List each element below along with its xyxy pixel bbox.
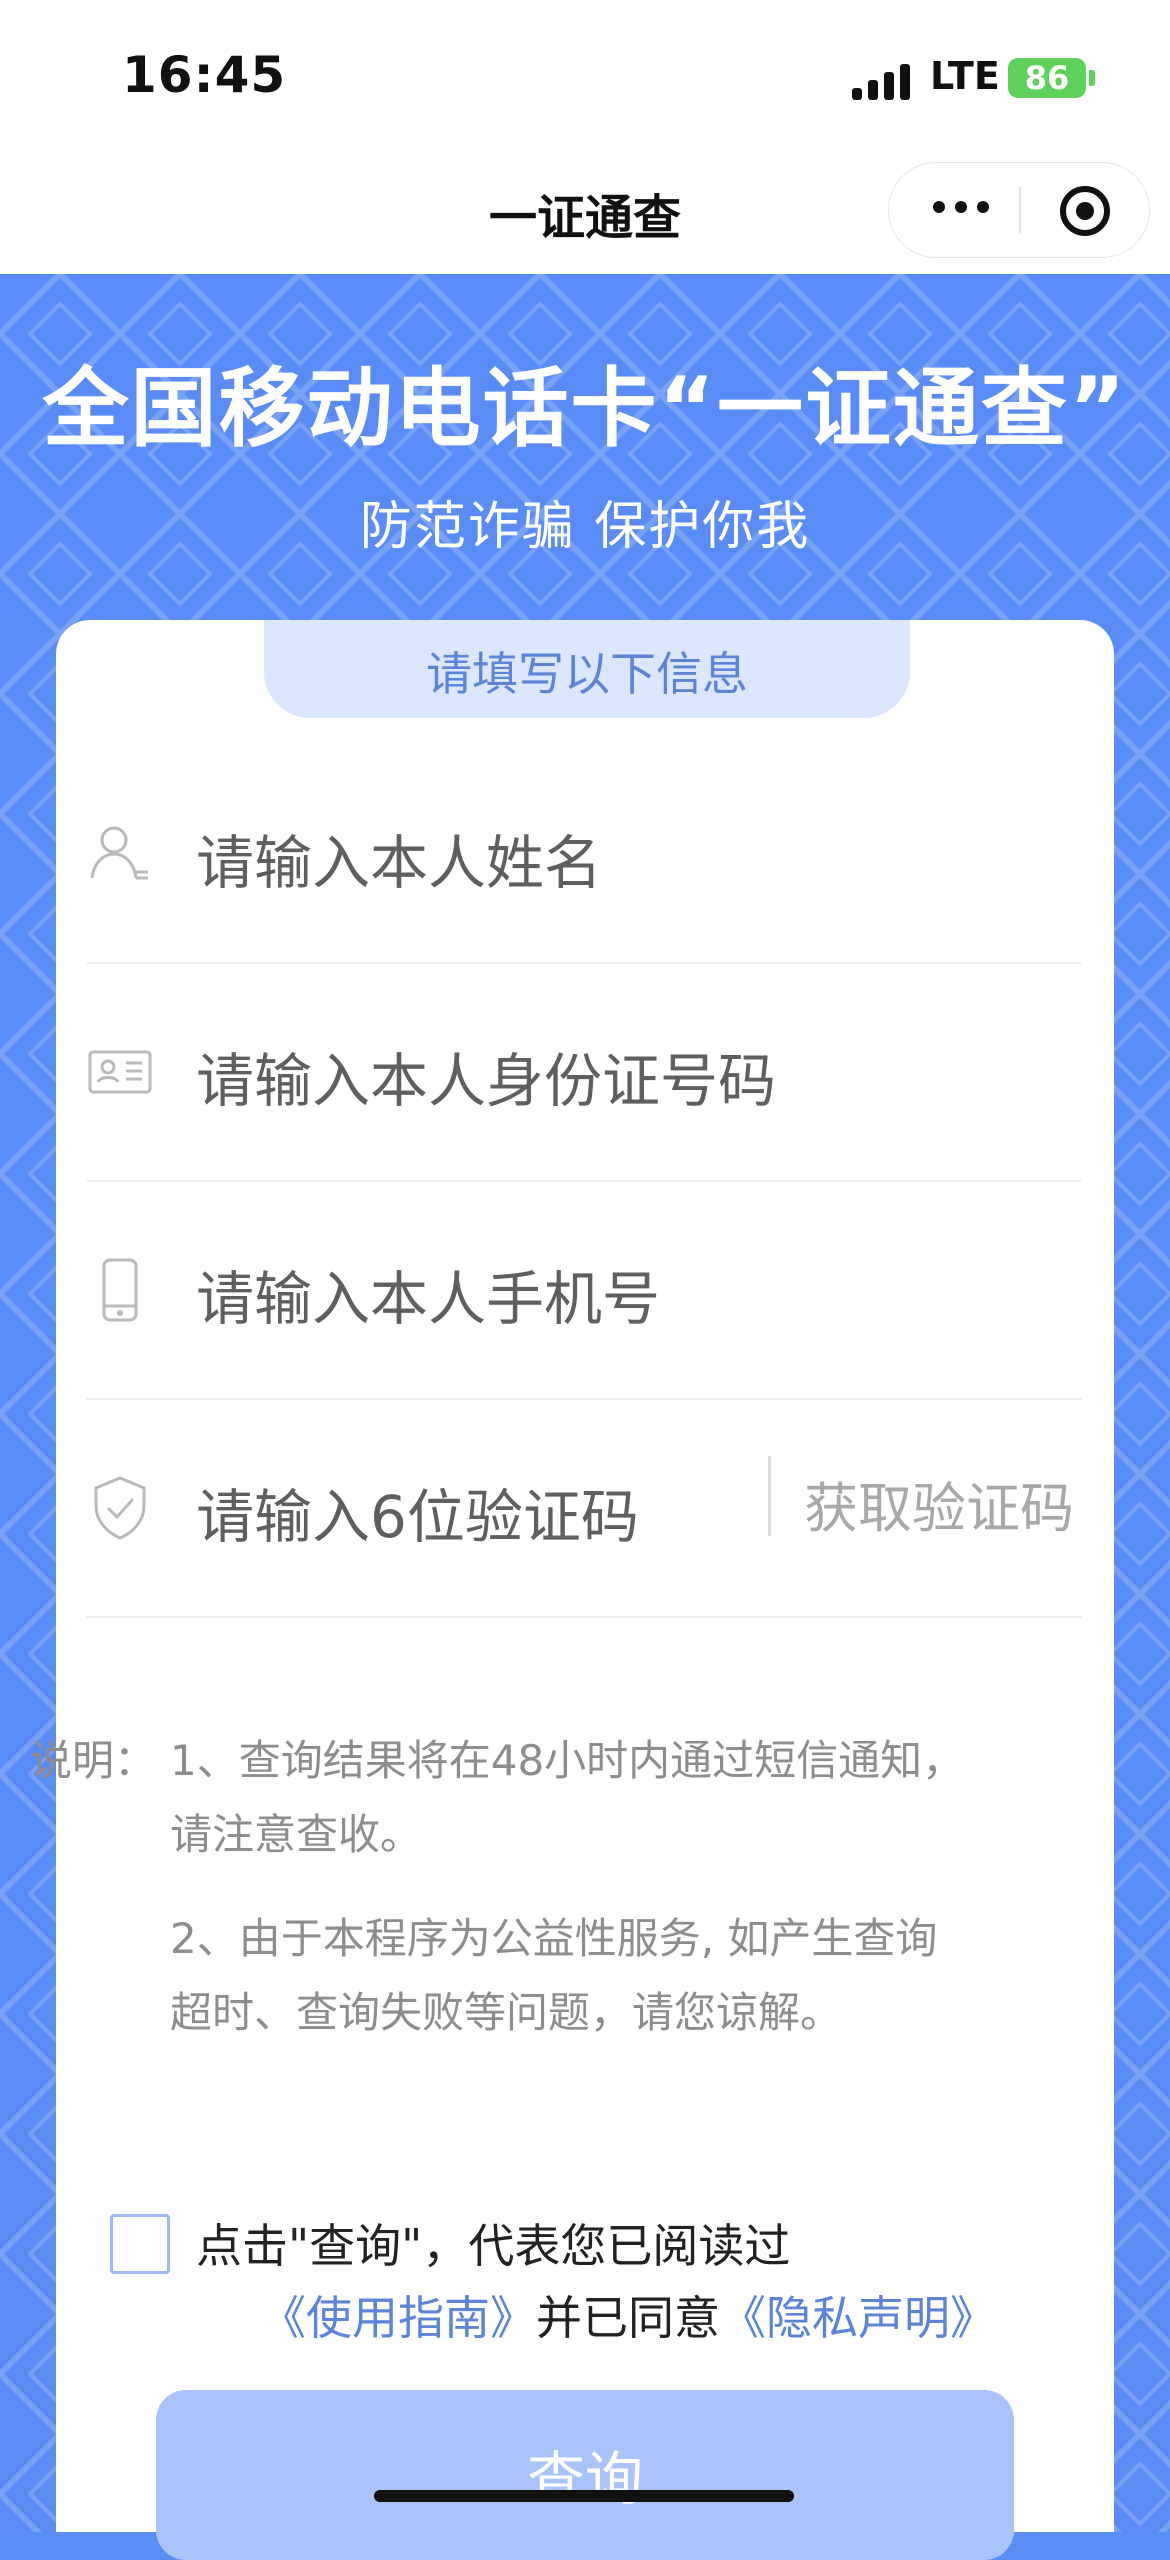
mini-program-capsule[interactable] — [888, 162, 1150, 258]
more-icon[interactable] — [929, 193, 1009, 223]
network-type: LTE — [930, 54, 1000, 98]
query-button-label: 查询 — [526, 2445, 643, 2513]
privacy-policy-link[interactable]: 《隐私声明》 — [720, 2291, 996, 2345]
status-time: 16:45 — [122, 46, 287, 104]
name-input[interactable]: 请输入本人姓名 — [196, 816, 602, 900]
agreement-middle-text: 并已同意 — [536, 2291, 720, 2345]
capsule-divider — [1019, 187, 1021, 233]
instructions-label: 说明： — [30, 1736, 157, 1785]
form-tab-label: 请填写以下信息 — [426, 647, 748, 701]
id-input[interactable]: 请输入本人身份证号码 — [196, 1034, 776, 1118]
hero-subtitle: 防范诈骗 保护你我 — [359, 497, 811, 557]
instruction-item-1: 1、查询结果将在48小时内通过短信通知，请注意查收。 — [170, 1736, 965, 1859]
agreement-prefix: 点击"查询"，代表您已阅读过 — [196, 2219, 791, 2273]
close-target-icon[interactable] — [1057, 183, 1113, 239]
verification-divider — [768, 1456, 771, 1536]
verification-input[interactable]: 请输入6位验证码 — [196, 1470, 639, 1554]
agreement-links: 《使用指南》并已同意《隐私声明》 — [260, 2282, 996, 2348]
id-field[interactable]: 请输入本人身份证号码 — [86, 964, 1082, 1182]
home-indicator — [374, 2490, 794, 2502]
phone-input[interactable]: 请输入本人手机号 — [196, 1252, 660, 1336]
name-field[interactable]: 请输入本人姓名 — [86, 746, 1082, 964]
id-card-icon — [88, 1050, 152, 1094]
signal-icon — [852, 60, 918, 100]
battery-tip-icon — [1089, 70, 1095, 86]
user-icon — [90, 826, 148, 880]
navigation-bar: 一证通查 — [0, 150, 1170, 274]
agreement-section: 点击"查询"，代表您已阅读过 《使用指南》并已同意《隐私声明》 — [110, 2210, 1030, 2350]
shield-check-icon — [94, 1476, 146, 1540]
verification-field[interactable]: 请输入6位验证码 获取验证码 — [86, 1400, 1082, 1618]
get-code-button[interactable]: 获取验证码 — [804, 1464, 1074, 1543]
query-button[interactable]: 查询 — [156, 2390, 1014, 2560]
hero-title: 全国移动电话卡“一证通查” — [42, 359, 1128, 459]
form-tab: 请填写以下信息 — [264, 620, 910, 718]
instruction-item-2: 2、由于本程序为公益性服务, 如产生查询超时、查询失败等问题，请您谅解。 — [170, 1914, 938, 2037]
phone-field[interactable]: 请输入本人手机号 — [86, 1182, 1082, 1400]
usage-guide-link[interactable]: 《使用指南》 — [260, 2291, 536, 2345]
status-bar: 16:45 LTE 86 — [0, 0, 1170, 150]
battery-icon: 86 — [1008, 58, 1086, 98]
agreement-checkbox[interactable] — [110, 2214, 170, 2274]
phone-icon — [102, 1258, 138, 1322]
